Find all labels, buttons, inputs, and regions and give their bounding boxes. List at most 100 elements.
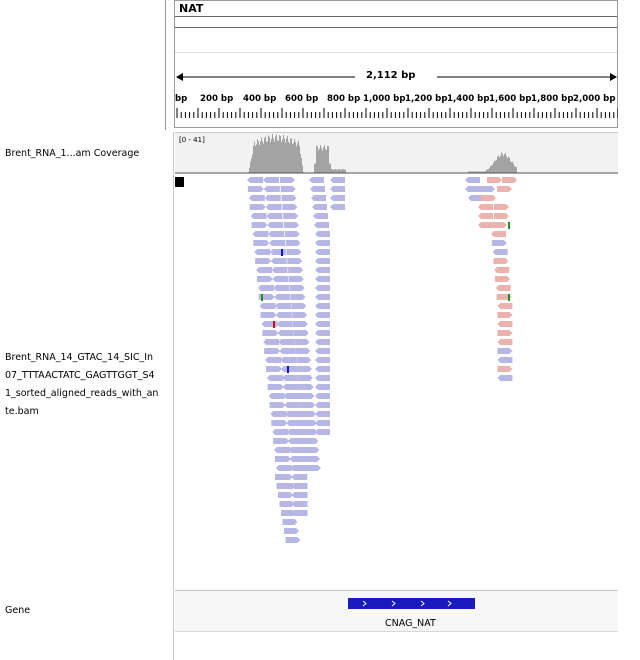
coverage-bar	[276, 134, 277, 173]
read	[283, 213, 299, 219]
read	[263, 177, 279, 183]
coverage-bar	[508, 156, 509, 173]
read	[255, 258, 272, 264]
coverage-bar	[302, 165, 303, 173]
read	[315, 393, 330, 399]
coverage-bar	[505, 152, 506, 173]
coverage-bar	[492, 165, 493, 173]
label-column-divider	[165, 0, 166, 130]
read	[497, 357, 513, 363]
read	[247, 186, 264, 192]
read	[304, 447, 320, 453]
read	[251, 222, 268, 228]
read	[249, 204, 266, 210]
read	[274, 447, 290, 453]
read	[273, 438, 290, 444]
read	[272, 429, 289, 435]
read	[315, 348, 330, 354]
read	[280, 357, 297, 363]
coverage-bar	[515, 166, 516, 173]
read	[497, 186, 512, 192]
read	[277, 330, 294, 336]
read	[295, 348, 311, 354]
coverage-bar	[488, 169, 489, 173]
read	[282, 519, 298, 525]
coverage-bar	[513, 163, 514, 173]
coverage-bar	[322, 150, 323, 173]
read	[312, 204, 327, 210]
coverage-bar	[314, 163, 315, 173]
read	[497, 339, 513, 345]
coverage-bar	[319, 148, 320, 173]
span-label: 2,112 bp	[366, 70, 416, 81]
coverage-bar	[512, 161, 513, 173]
read	[330, 195, 345, 201]
read	[284, 528, 299, 534]
read	[282, 204, 298, 210]
coverage-bar	[321, 147, 322, 173]
coverage-bar	[264, 138, 265, 173]
read	[309, 177, 324, 183]
coverage-bar	[509, 157, 510, 173]
locus-box[interactable]	[175, 16, 617, 28]
coverage-bar	[500, 155, 501, 173]
alignment-track-label: Brent_RNA_14_GTAC_14_SIC_In 07_TTTAACTAT…	[5, 349, 165, 421]
read	[269, 249, 286, 255]
coverage-bar	[294, 138, 295, 173]
coverage-bar	[275, 136, 276, 173]
coverage-bar	[289, 143, 290, 173]
read	[292, 321, 308, 327]
mismatch-mark	[281, 249, 283, 256]
alignment-label-line: te.bam	[5, 406, 39, 417]
read	[492, 222, 507, 228]
gene-track-label: Gene	[5, 605, 31, 616]
coverage-bar	[496, 160, 497, 173]
read	[492, 249, 508, 255]
coverage-bar	[282, 139, 283, 173]
read	[315, 276, 330, 282]
coverage-bar	[338, 169, 339, 173]
read	[497, 312, 513, 318]
read	[271, 267, 288, 273]
read	[276, 321, 293, 327]
mismatch-mark	[508, 294, 510, 301]
coverage-bar	[258, 141, 259, 173]
read	[297, 375, 313, 381]
read	[265, 366, 282, 372]
read	[263, 339, 280, 345]
coverage-bar	[279, 135, 280, 173]
read	[315, 321, 330, 327]
coverage-bar	[267, 141, 268, 173]
coverage-bar	[335, 169, 336, 173]
read	[315, 384, 330, 390]
read	[268, 393, 285, 399]
coverage-bar	[284, 138, 285, 173]
gene-feature[interactable]	[348, 598, 476, 610]
read	[497, 330, 513, 336]
read	[285, 537, 301, 543]
read	[254, 249, 271, 255]
coverage-bar	[493, 162, 494, 173]
read	[314, 222, 329, 228]
read	[315, 420, 330, 426]
read	[256, 276, 273, 282]
coverage-bar	[516, 167, 517, 173]
coverage-bar	[266, 141, 267, 173]
coverage-bar	[261, 137, 262, 173]
read	[259, 303, 276, 309]
coverage-bar	[317, 146, 318, 173]
read	[313, 213, 328, 219]
read	[494, 213, 509, 219]
read	[297, 366, 313, 372]
read	[248, 195, 265, 201]
read	[315, 339, 330, 345]
alignment-label-line: 1_sorted_aligned_reads_with_an	[5, 388, 159, 399]
coverage-bar	[315, 163, 316, 173]
read	[465, 186, 480, 192]
read	[301, 411, 317, 417]
tick-label: 2,000 bp	[573, 94, 616, 104]
coverage-bar	[514, 166, 515, 173]
coverage-bar	[332, 169, 333, 173]
read	[270, 258, 287, 264]
coverage-bar	[268, 135, 269, 173]
